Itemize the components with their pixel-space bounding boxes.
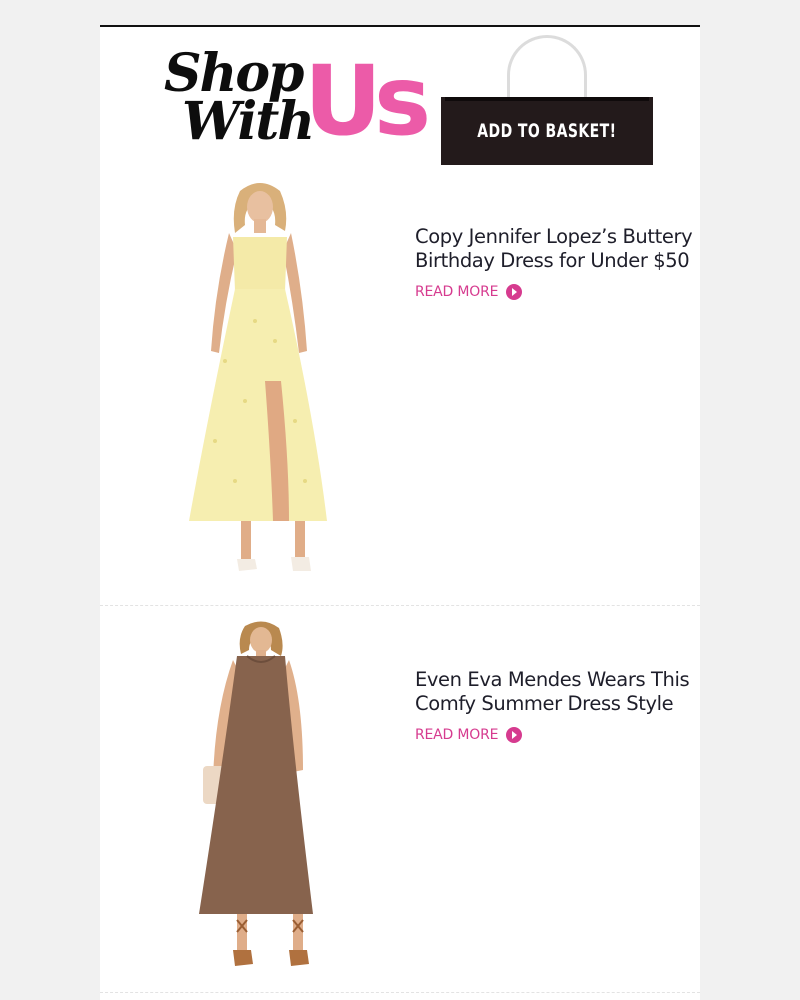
product-card: Copy Jennifer Lopez’s Buttery Birthday D… bbox=[100, 177, 700, 606]
read-more-link[interactable]: READ MORE bbox=[415, 727, 523, 743]
product-title-line: Copy Jennifer Lopez’s Buttery bbox=[415, 225, 693, 248]
product-title[interactable]: Copy Jennifer Lopez’s Buttery Birthday D… bbox=[415, 225, 700, 273]
logo-word-with: With bbox=[182, 91, 315, 152]
read-more-label: READ MORE bbox=[415, 284, 499, 300]
shop-with-us-logo[interactable]: Shop With Us bbox=[162, 39, 431, 159]
header: Shop With Us ADD TO BASKET! bbox=[100, 27, 700, 177]
chevron-right-circle-icon bbox=[506, 284, 523, 300]
add-to-basket-label: ADD TO BASKET! bbox=[477, 120, 617, 142]
product-image-brown-dress[interactable] bbox=[185, 620, 335, 980]
product-title-line: Birthday Dress for Under $50 bbox=[415, 249, 690, 272]
bag-body: ADD TO BASKET! bbox=[441, 97, 653, 165]
logo-word-us: Us bbox=[304, 45, 431, 157]
product-card: Even Eva Mendes Wears This Comfy Summer … bbox=[100, 606, 700, 993]
newsletter-container: Shop With Us ADD TO BASKET! Copy Jennife… bbox=[100, 25, 700, 1000]
product-title-line: Even Eva Mendes Wears This bbox=[415, 668, 690, 691]
add-to-basket-bag[interactable]: ADD TO BASKET! bbox=[441, 35, 653, 165]
bag-handle-icon bbox=[507, 35, 587, 103]
read-more-link[interactable]: READ MORE bbox=[415, 284, 523, 300]
product-title[interactable]: Even Eva Mendes Wears This Comfy Summer … bbox=[415, 668, 700, 716]
chevron-right-circle-icon bbox=[506, 727, 523, 743]
read-more-label: READ MORE bbox=[415, 727, 499, 743]
product-image-yellow-dress[interactable] bbox=[185, 181, 335, 591]
product-title-line: Comfy Summer Dress Style bbox=[415, 692, 674, 715]
